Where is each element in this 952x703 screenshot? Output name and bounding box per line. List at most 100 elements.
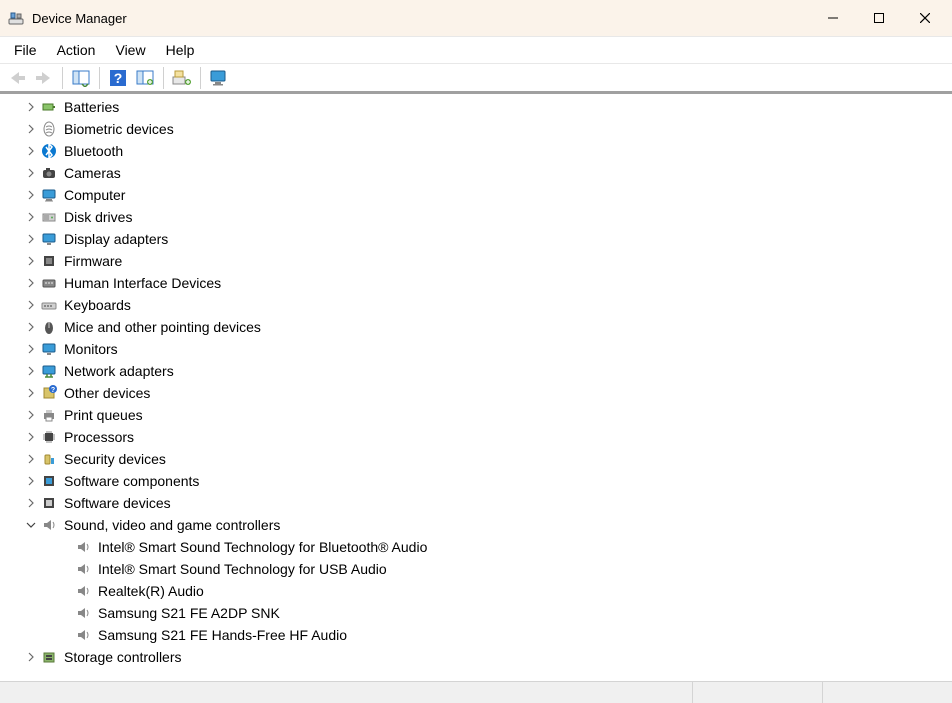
chevron-right-icon[interactable]	[22, 230, 40, 248]
chevron-right-icon[interactable]	[22, 208, 40, 226]
chevron-right-icon[interactable]	[22, 296, 40, 314]
tree-item-label: Security devices	[62, 450, 168, 468]
app-icon	[8, 10, 24, 26]
processor-icon	[40, 428, 58, 446]
network-icon	[40, 362, 58, 380]
chevron-right-icon[interactable]	[22, 428, 40, 446]
chevron-right-icon[interactable]	[22, 318, 40, 336]
remote-computer-button[interactable]	[206, 66, 232, 90]
chevron-right-icon[interactable]	[22, 472, 40, 490]
menubar: File Action View Help	[0, 36, 952, 64]
tree-item-network[interactable]: Network adapters	[0, 360, 952, 382]
show-hide-console-button[interactable]	[68, 66, 94, 90]
menu-action[interactable]: Action	[47, 37, 106, 63]
tree-item-label: Display adapters	[62, 230, 170, 248]
security-icon	[40, 450, 58, 468]
tree-item-disk[interactable]: Disk drives	[0, 206, 952, 228]
tree-item-label: Realtek(R) Audio	[96, 582, 206, 600]
tree-item-sound-child[interactable]: Intel® Smart Sound Technology for Blueto…	[0, 536, 952, 558]
chevron-right-icon[interactable]	[22, 494, 40, 512]
software-icon	[40, 472, 58, 490]
chevron-right-icon[interactable]	[22, 450, 40, 468]
tree-item-keyboard[interactable]: Keyboards	[0, 294, 952, 316]
titlebar: Device Manager	[0, 0, 952, 36]
chevron-right-icon	[56, 626, 74, 644]
tree-item-label: Bluetooth	[62, 142, 125, 160]
statusbar	[0, 681, 952, 703]
chevron-right-icon[interactable]	[22, 142, 40, 160]
tree-item-sound-child[interactable]: Samsung S21 FE A2DP SNK	[0, 602, 952, 624]
chevron-right-icon[interactable]	[22, 164, 40, 182]
tree-item-label: Network adapters	[62, 362, 176, 380]
tree-item-label: Processors	[62, 428, 136, 446]
tree-item-sound-child[interactable]: Intel® Smart Sound Technology for USB Au…	[0, 558, 952, 580]
tree-item-software[interactable]: Software components	[0, 470, 952, 492]
menu-file[interactable]: File	[4, 37, 47, 63]
tree-item-firmware[interactable]: Firmware	[0, 250, 952, 272]
tree-item-display[interactable]: Display adapters	[0, 228, 952, 250]
tree-item-sound-child[interactable]: Realtek(R) Audio	[0, 580, 952, 602]
camera-icon	[40, 164, 58, 182]
chevron-right-icon[interactable]	[22, 274, 40, 292]
tree-item-label: Intel® Smart Sound Technology for Blueto…	[96, 538, 429, 556]
printer-icon	[40, 406, 58, 424]
menu-help[interactable]: Help	[156, 37, 205, 63]
device-tree[interactable]: Batteries Biometric devices Bluetooth Camer…	[0, 94, 952, 681]
tree-item-label: Samsung S21 FE A2DP SNK	[96, 604, 282, 622]
tree-item-storage[interactable]: Storage controllers	[0, 646, 952, 668]
tree-item-label: Samsung S21 FE Hands-Free HF Audio	[96, 626, 349, 644]
tree-item-bluetooth[interactable]: Bluetooth	[0, 140, 952, 162]
tree-item-swdev[interactable]: Software devices	[0, 492, 952, 514]
scan-hardware-button[interactable]	[132, 66, 158, 90]
other-icon: ?	[40, 384, 58, 402]
tree-item-monitor[interactable]: Monitors	[0, 338, 952, 360]
tree-item-label: Cameras	[62, 164, 123, 182]
tree-item-printer[interactable]: Print queues	[0, 404, 952, 426]
tree-item-label: Disk drives	[62, 208, 134, 226]
chevron-right-icon[interactable]	[22, 98, 40, 116]
tree-item-sound[interactable]: Sound, video and game controllers	[0, 514, 952, 536]
menu-view[interactable]: View	[105, 37, 155, 63]
svg-text:?: ?	[114, 70, 123, 86]
tree-item-camera[interactable]: Cameras	[0, 162, 952, 184]
chevron-down-icon[interactable]	[22, 516, 40, 534]
tree-item-label: Biometric devices	[62, 120, 176, 138]
svg-text:?: ?	[51, 387, 55, 394]
chevron-right-icon[interactable]	[22, 648, 40, 666]
chevron-right-icon[interactable]	[22, 384, 40, 402]
close-button[interactable]	[902, 2, 948, 34]
tree-item-computer[interactable]: Computer	[0, 184, 952, 206]
tree-item-label: Print queues	[62, 406, 145, 424]
minimize-button[interactable]	[810, 2, 856, 34]
add-legacy-hardware-button[interactable]	[169, 66, 195, 90]
help-button[interactable]: ?	[105, 66, 131, 90]
chevron-right-icon[interactable]	[22, 362, 40, 380]
tree-item-label: Software devices	[62, 494, 173, 512]
chevron-right-icon[interactable]	[22, 340, 40, 358]
tree-item-mouse[interactable]: Mice and other pointing devices	[0, 316, 952, 338]
tree-item-hid[interactable]: Human Interface Devices	[0, 272, 952, 294]
chevron-right-icon[interactable]	[22, 406, 40, 424]
tree-item-security[interactable]: Security devices	[0, 448, 952, 470]
tree-item-label: Sound, video and game controllers	[62, 516, 282, 534]
tree-item-label: Storage controllers	[62, 648, 184, 666]
chevron-right-icon[interactable]	[22, 252, 40, 270]
tree-item-battery[interactable]: Batteries	[0, 96, 952, 118]
maximize-button[interactable]	[856, 2, 902, 34]
monitor-icon	[40, 340, 58, 358]
tree-item-label: Firmware	[62, 252, 124, 270]
tree-item-label: Software components	[62, 472, 201, 490]
display-icon	[40, 230, 58, 248]
chevron-right-icon[interactable]	[22, 186, 40, 204]
tree-item-processor[interactable]: Processors	[0, 426, 952, 448]
tree-item-other[interactable]: ?Other devices	[0, 382, 952, 404]
chevron-right-icon	[56, 604, 74, 622]
tree-item-label: Batteries	[62, 98, 121, 116]
tree-item-label: Keyboards	[62, 296, 133, 314]
tree-item-biometric[interactable]: Biometric devices	[0, 118, 952, 140]
speaker-icon	[74, 626, 92, 644]
tree-item-sound-child[interactable]: Samsung S21 FE Hands-Free HF Audio	[0, 624, 952, 646]
computer-icon	[40, 186, 58, 204]
chevron-right-icon[interactable]	[22, 120, 40, 138]
storage-icon	[40, 648, 58, 666]
